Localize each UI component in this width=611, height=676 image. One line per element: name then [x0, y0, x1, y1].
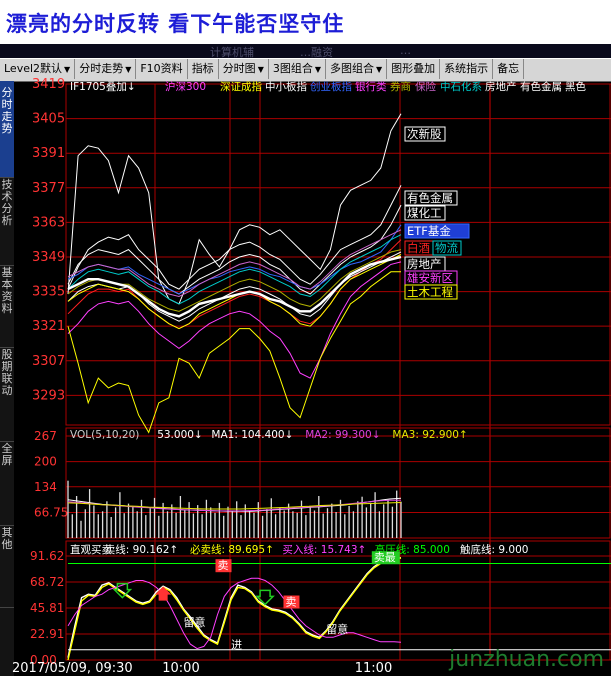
price-header-7: 保险 — [415, 80, 436, 93]
series-label-6: 房地产 — [407, 257, 442, 271]
app-window: { "title": "漂亮的分时反转 看下午能否坚守住", "strip_te… — [0, 0, 611, 676]
series-label-2: 煤化工 — [407, 206, 442, 220]
ind-tick-1: 68.72 — [30, 575, 64, 589]
series-label-3: ETF基金 — [407, 224, 451, 238]
price-tick-4: 3349 — [32, 250, 65, 265]
price-tick-5: 3363 — [32, 215, 65, 230]
ind-marker-text-7: 留意 — [326, 622, 348, 636]
vol-header-2: MA1: 104.400↓ — [211, 429, 293, 441]
price-header-2: 深证成指 — [220, 80, 262, 93]
series-label-4: 白酒 — [407, 241, 430, 255]
price-series-11 — [67, 249, 402, 312]
series-label-0: 次新股 — [407, 127, 442, 141]
price-header-6: 券商 — [390, 80, 411, 93]
time-label-0: 2017/05/09, 09:30 — [12, 661, 133, 676]
time-label-2: 11:00 — [355, 661, 392, 676]
price-header-8: 中石化系 — [440, 80, 482, 93]
ind-marker-label-6: 卖 — [285, 596, 296, 609]
time-label-1: 10:00 — [162, 661, 199, 676]
price-header-4: 创业板指 — [310, 80, 352, 93]
price-series-12 — [67, 255, 402, 318]
price-tick-8: 3405 — [32, 112, 65, 127]
vol-header-3: MA2: 99.300↓ — [305, 429, 380, 441]
price-tick-1: 3307 — [32, 354, 65, 369]
ind-header-5: 触底线: 9.000 — [460, 543, 528, 556]
price-tick-2: 3321 — [32, 319, 65, 334]
price-tick-7: 3391 — [32, 146, 65, 161]
price-header-5: 银行类 — [355, 80, 387, 93]
panel-frame-0 — [65, 83, 611, 426]
series-label-1: 有色金属 — [407, 191, 453, 205]
vol-tick-2: 134 — [34, 480, 57, 494]
watermark: junzhuan.com — [448, 647, 604, 672]
ind-marker-label-8: 卖最 — [374, 551, 396, 564]
ind-tick-0: 91.62 — [30, 549, 64, 563]
vol-tick-0: 267 — [34, 429, 57, 443]
ind-marker-text-2: 留意 — [184, 615, 206, 629]
vol-header-4: MA3: 92.900↑ — [392, 429, 467, 441]
price-header-10: 有色金属 — [520, 80, 562, 93]
price-tick-3: 3335 — [32, 285, 65, 300]
price-header-1: 沪深300 — [165, 80, 206, 93]
ind-tick-2: 45.81 — [30, 601, 64, 615]
price-header-11: 黑色 — [565, 80, 586, 93]
vol-header-0: VOL(5,10,20) — [70, 429, 139, 441]
ind-header-3: 买入线: 15.743↑ — [282, 543, 366, 556]
series-label-5: 物流 — [435, 241, 458, 255]
ind-marker-text-4: 进 — [231, 639, 242, 652]
series-label-8: 土木工程 — [407, 285, 453, 299]
price-header-3: 中小板指 — [265, 80, 307, 93]
price-tick-9: 3419 — [32, 77, 65, 92]
series-label-7: 雄安新区 — [407, 271, 453, 285]
price-series-2 — [67, 204, 402, 295]
panel-frame-1 — [65, 427, 611, 539]
panel-frame-2 — [65, 540, 611, 661]
price-header-0: IF1705叠加↓ — [70, 81, 136, 93]
ind-header-1: 卖线: 90.162↑ — [105, 543, 178, 556]
price-tick-6: 3377 — [32, 181, 65, 196]
ind-marker-label-3: 卖 — [218, 559, 229, 572]
vol-tick-3: 66.75 — [34, 506, 68, 520]
price-header-9: 房地产 — [485, 80, 517, 93]
ind-header-2: 必卖线: 89.695↑ — [190, 543, 274, 556]
price-tick-0: 3293 — [32, 388, 65, 403]
price-series-6 — [67, 251, 402, 322]
chart-canvas: 3293 3307 3321 3335 3349 3363 3377 3391 3405 3419… — [12, 77, 611, 676]
vol-tick-1: 200 — [34, 455, 57, 469]
vol-header-1: 53.000↓ — [157, 429, 203, 441]
ind-tick-3: 22.91 — [30, 627, 64, 641]
